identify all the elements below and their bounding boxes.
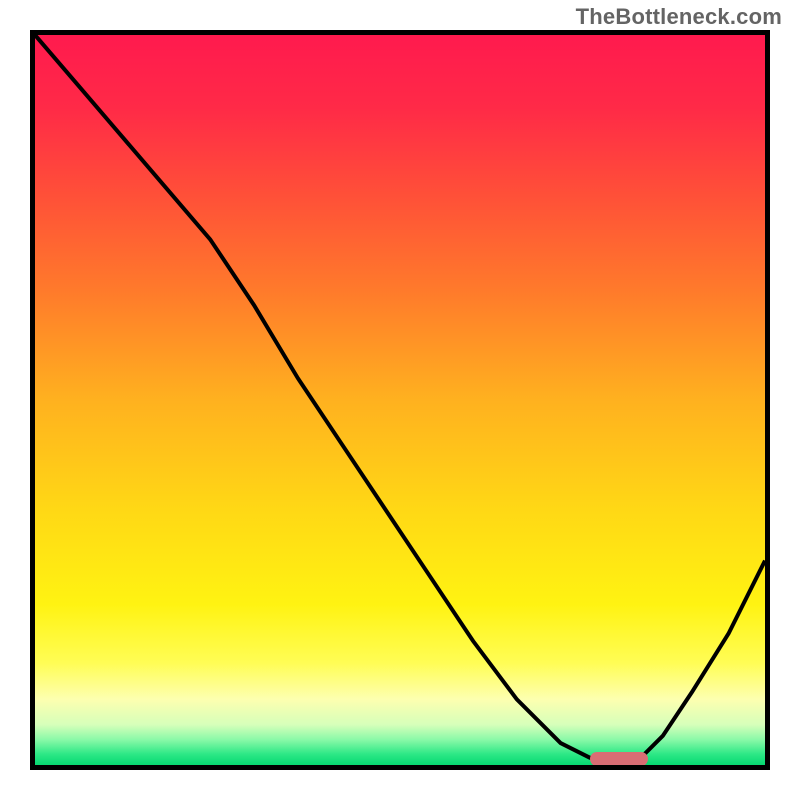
watermark-text: TheBottleneck.com [576, 4, 782, 30]
optimal-range-marker [590, 752, 648, 766]
bottleneck-curve [35, 35, 765, 765]
chart-frame [30, 30, 770, 770]
